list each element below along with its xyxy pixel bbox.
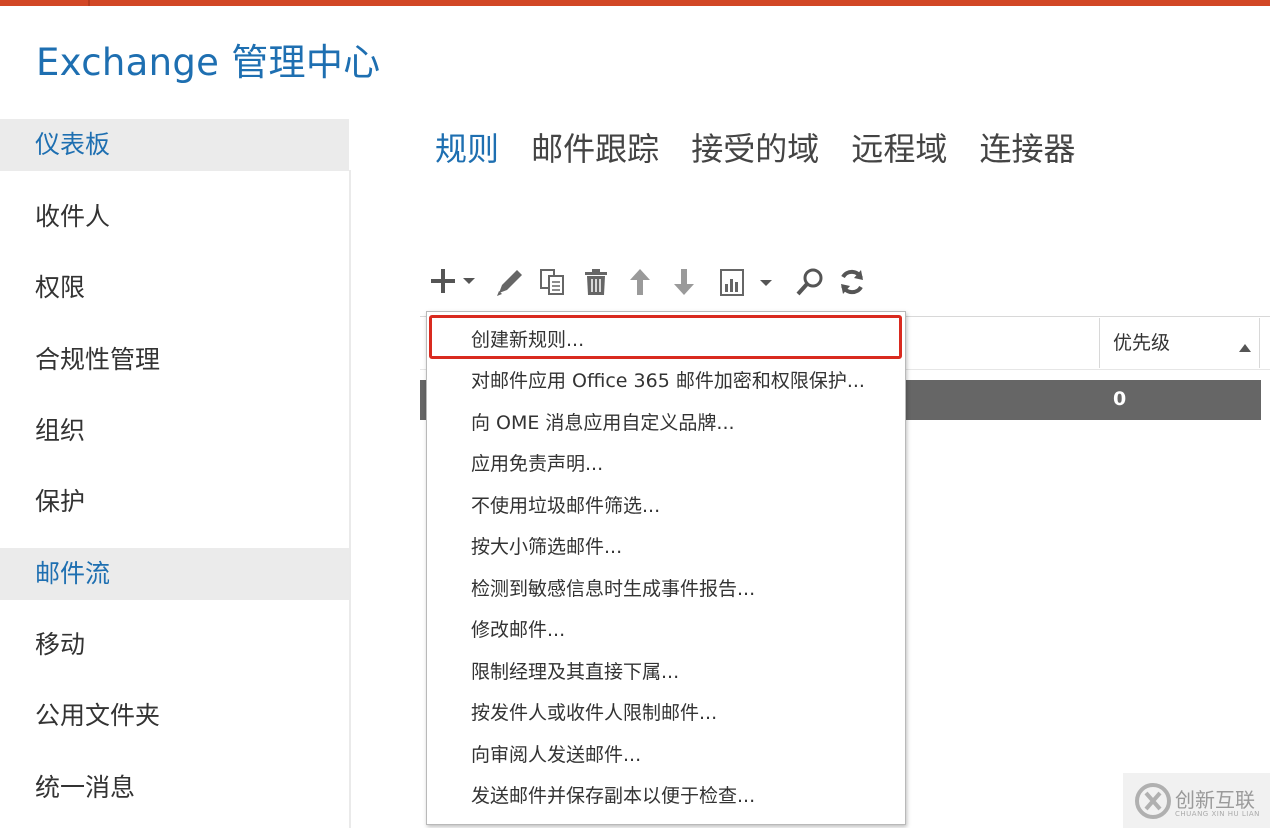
add-button[interactable]: [428, 262, 478, 302]
chevron-down-icon: [463, 278, 475, 284]
search-button[interactable]: [792, 262, 828, 302]
mail-flow-tabs: 规则 邮件跟踪 接受的域 远程域 连接器: [435, 124, 1102, 170]
delete-icon: [585, 269, 607, 295]
report-button[interactable]: [714, 262, 778, 302]
move-down-button[interactable]: [667, 262, 701, 302]
tab-rules[interactable]: 规则: [435, 124, 499, 170]
sidebar-item-public-folders[interactable]: 公用文件夹: [0, 690, 349, 742]
report-icon: [720, 269, 772, 296]
app-title: Exchange 管理中心: [36, 41, 381, 84]
tab-message-trace[interactable]: 邮件跟踪: [531, 124, 659, 170]
delete-button[interactable]: [578, 262, 614, 302]
sidebar-item-protection[interactable]: 保护: [0, 476, 349, 528]
new-rule-dropdown-menu: 创建新规则... 对邮件应用 Office 365 邮件加密和权限保护... 向…: [426, 311, 906, 825]
arrow-down-icon: [674, 269, 694, 295]
top-accent-bar: [0, 0, 1270, 6]
menu-item-modify-messages[interactable]: 修改邮件...: [427, 610, 905, 650]
watermark-subtext: CHUANG XIN HU LIAN: [1175, 810, 1260, 818]
watermark-text: 创新互联: [1175, 788, 1255, 812]
move-up-button[interactable]: [623, 262, 657, 302]
menu-item-restrict-sender-recipient[interactable]: 按发件人或收件人限制邮件...: [427, 693, 905, 733]
menu-item-incident-report[interactable]: 检测到敏感信息时生成事件报告...: [427, 569, 905, 609]
sidebar-divider: [349, 170, 351, 828]
sort-ascending-icon: [1239, 344, 1251, 352]
refresh-icon: [841, 269, 863, 295]
sidebar-item-mail-flow[interactable]: 邮件流: [0, 548, 349, 600]
menu-item-send-to-moderator[interactable]: 向审阅人发送邮件...: [427, 735, 905, 775]
table-cell-priority: 0: [1113, 388, 1127, 410]
column-separator: [1259, 318, 1260, 368]
column-separator: [1099, 318, 1100, 368]
refresh-button[interactable]: [834, 262, 870, 302]
column-header-priority[interactable]: 优先级: [1113, 328, 1170, 355]
menu-item-ome-branding[interactable]: 向 OME 消息应用自定义品牌...: [427, 403, 905, 443]
menu-item-bypass-spam-filter[interactable]: 不使用垃圾邮件筛选...: [427, 486, 905, 526]
search-icon: [796, 268, 823, 296]
chevron-down-icon: [760, 280, 772, 286]
sidebar-item-mobile[interactable]: 移动: [0, 619, 349, 671]
tab-remote-domains[interactable]: 远程域: [851, 124, 947, 170]
sort-ascending-button[interactable]: [1238, 338, 1252, 357]
sidebar-nav: 仪表板 收件人 权限 合规性管理 组织 保护 邮件流 移动 公用文件夹 统一消息: [0, 119, 349, 828]
menu-item-filter-by-size[interactable]: 按大小筛选邮件...: [427, 527, 905, 567]
top-accent-notch: [88, 0, 90, 6]
edit-button[interactable]: [492, 262, 528, 302]
sidebar-item-permissions[interactable]: 权限: [0, 262, 349, 314]
edit-icon: [497, 270, 522, 296]
watermark-logo-icon: [1135, 783, 1171, 819]
sidebar-item-unified-messaging[interactable]: 统一消息: [0, 762, 349, 814]
sidebar-item-organization[interactable]: 组织: [0, 405, 349, 457]
sidebar-item-recipients[interactable]: 收件人: [0, 191, 349, 243]
menu-item-restrict-managers[interactable]: 限制经理及其直接下属...: [427, 652, 905, 692]
menu-item-apply-disclaimer[interactable]: 应用免责声明...: [427, 444, 905, 484]
copy-icon: [540, 269, 564, 295]
sidebar-item-dashboard[interactable]: 仪表板: [0, 119, 349, 171]
menu-item-create-new-rule[interactable]: 创建新规则...: [427, 320, 905, 360]
add-icon: [431, 269, 475, 293]
rules-toolbar: [428, 262, 888, 302]
tab-accepted-domains[interactable]: 接受的域: [691, 124, 819, 170]
sidebar-item-compliance[interactable]: 合规性管理: [0, 334, 349, 386]
tab-connectors[interactable]: 连接器: [979, 124, 1075, 170]
copy-button[interactable]: [534, 262, 570, 302]
arrow-up-icon: [630, 269, 650, 295]
menu-item-send-and-keep-copy[interactable]: 发送邮件并保存副本以便于检查...: [427, 776, 905, 816]
menu-item-apply-encryption[interactable]: 对邮件应用 Office 365 邮件加密和权限保护...: [427, 361, 905, 401]
watermark: 创新互联 CHUANG XIN HU LIAN: [1123, 773, 1270, 828]
